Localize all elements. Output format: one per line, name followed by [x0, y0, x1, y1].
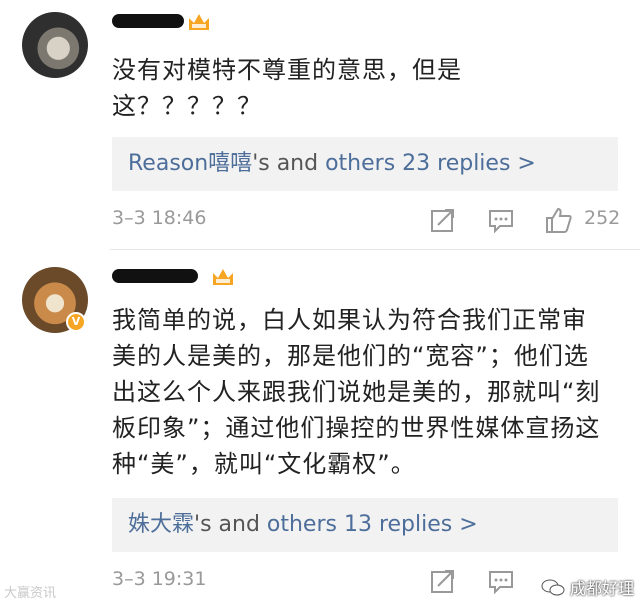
comment-text: 没有对模特不尊重的意思，但是 这？？？？？	[112, 52, 618, 124]
comment-footer: 3–3 18:46 252	[112, 205, 621, 235]
reply-count[interactable]: others 13 replies >	[267, 512, 478, 537]
watermark-right: 成都好理	[540, 575, 634, 599]
avatar[interactable]	[22, 12, 88, 78]
thumbs-up-icon[interactable]	[544, 205, 574, 235]
share-icon[interactable]	[428, 205, 458, 235]
redacted-username[interactable]	[112, 14, 184, 28]
comment-item-2: V 我简单的说，白人如果认为符合我们正常审 美的人是美的，那是他们的“宽容”；他…	[0, 250, 640, 605]
crown-vip-icon	[213, 269, 233, 285]
comment-icon[interactable]	[486, 205, 516, 235]
comment-line: 板印象”；通过他们操控的世界性媒体宣扬这	[112, 414, 601, 442]
timestamp: 3–3 18:46	[112, 207, 207, 229]
verified-badge-icon: V	[66, 312, 86, 332]
reply-author[interactable]: Reason嘻嘻	[128, 151, 252, 176]
reply-connector: 's and	[252, 151, 326, 176]
reply-connector: 's and	[194, 512, 267, 537]
replies-link[interactable]: Reason嘻嘻's and others 23 replies >	[112, 137, 618, 191]
wechat-logo-icon	[541, 579, 565, 596]
replies-link[interactable]: 姝大霖's and others 13 replies >	[112, 498, 618, 552]
comment-line: 我简单的说，白人如果认为符合我们正常审	[112, 306, 587, 334]
watermark-left: 大赢资讯	[4, 586, 57, 601]
share-icon[interactable]	[428, 566, 458, 596]
comment-line: 这？？？？？	[112, 92, 262, 120]
redacted-username[interactable]	[112, 269, 198, 283]
comment-line: 美的人是美的，那是他们的“宽容”；他们选	[112, 342, 589, 370]
watermark-text: 成都好理	[569, 579, 634, 598]
reply-count[interactable]: others 23 replies >	[325, 151, 536, 176]
like-count: 252	[584, 207, 621, 229]
timestamp: 3–3 19:31	[112, 568, 207, 590]
comment-icon[interactable]	[486, 566, 516, 596]
comment-line: 出这么个人来跟我们说她是美的，那就叫“刻	[112, 378, 601, 406]
comment-line: 没有对模特不尊重的意思，但是	[112, 56, 462, 84]
comment-item-1: 没有对模特不尊重的意思，但是 这？？？？？ Reason嘻嘻's and oth…	[0, 0, 640, 250]
crown-vip-icon	[189, 14, 209, 30]
comment-line: 种“美”，就叫“文化霸权”。	[112, 450, 416, 478]
comment-text: 我简单的说，白人如果认为符合我们正常审 美的人是美的，那是他们的“宽容”；他们选…	[112, 302, 618, 482]
reply-author[interactable]: 姝大霖	[128, 512, 194, 537]
